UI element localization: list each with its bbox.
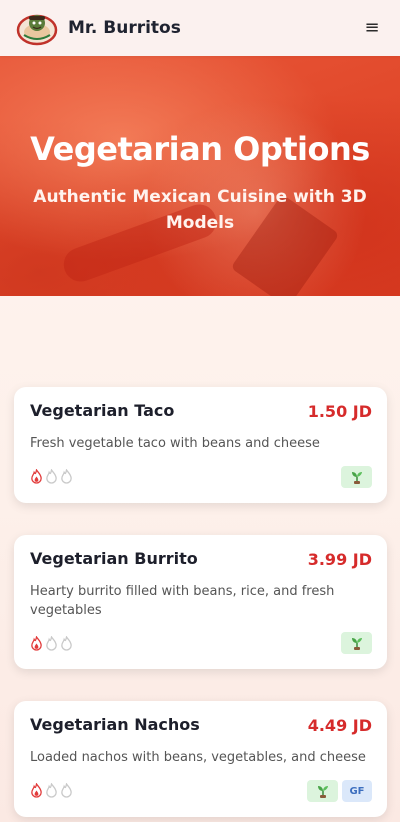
vegetarian-tag	[341, 632, 372, 654]
menu-item-name: Vegetarian Taco	[30, 401, 175, 420]
menu-item-price: 1.50 JD	[307, 402, 372, 421]
menu-item-card[interactable]: Vegetarian Nachos 4.49 JD Loaded nachos …	[14, 701, 387, 817]
brand-name[interactable]: Mr. Burritos	[68, 18, 181, 38]
menu-item-name: Vegetarian Nachos	[30, 715, 200, 734]
chili-flame-icon	[31, 783, 42, 798]
menu-item-name: Vegetarian Burrito	[30, 549, 198, 568]
brand-logo[interactable]	[16, 7, 58, 49]
menu-item-description: Loaded nachos with beans, vegetables, an…	[30, 750, 366, 765]
menu-item-card[interactable]: Vegetarian Taco 1.50 JD Fresh vegetable …	[14, 387, 387, 503]
spice-level	[30, 469, 73, 484]
menu-item-price: 3.99 JD	[307, 550, 372, 569]
chili-flame-icon	[31, 636, 42, 651]
dietary-tags	[341, 632, 372, 654]
page-subtitle: Authentic Mexican Cuisine with 3D Models	[33, 187, 367, 233]
chili-flame-icon	[46, 469, 57, 484]
chili-flame-icon	[61, 783, 72, 798]
chili-flame-icon	[61, 636, 72, 651]
menu-glyph: ≡	[364, 17, 380, 38]
menu-item-description: Hearty burrito filled with beans, rice, …	[30, 584, 335, 618]
menu-item-price: 4.49 JD	[307, 716, 372, 735]
seedling-icon	[351, 472, 362, 484]
page-title: Vegetarian Options	[30, 130, 370, 168]
chili-flame-icon	[31, 469, 42, 484]
vegetarian-tag	[341, 466, 372, 488]
dietary-tags: GF	[307, 780, 372, 802]
menu-item-description: Fresh vegetable taco with beans and chee…	[30, 436, 320, 451]
chili-flame-icon	[46, 636, 57, 651]
hero-banner: Vegetarian Options Authentic Mexican Cui…	[0, 56, 400, 296]
top-navbar: Mr. Burritos ≡	[0, 0, 400, 56]
dietary-tags	[341, 466, 372, 488]
gluten-free-tag: GF	[342, 780, 372, 802]
seedling-icon	[317, 786, 328, 798]
hamburger-menu-icon[interactable]: ≡	[360, 16, 384, 40]
chili-flame-icon	[46, 783, 57, 798]
vegetarian-tag	[307, 780, 338, 802]
chili-flame-icon	[61, 469, 72, 484]
menu-item-card[interactable]: Vegetarian Burrito 3.99 JD Hearty burrit…	[14, 535, 387, 669]
spice-level	[30, 783, 73, 798]
seedling-icon	[351, 638, 362, 650]
spice-level	[30, 636, 73, 651]
